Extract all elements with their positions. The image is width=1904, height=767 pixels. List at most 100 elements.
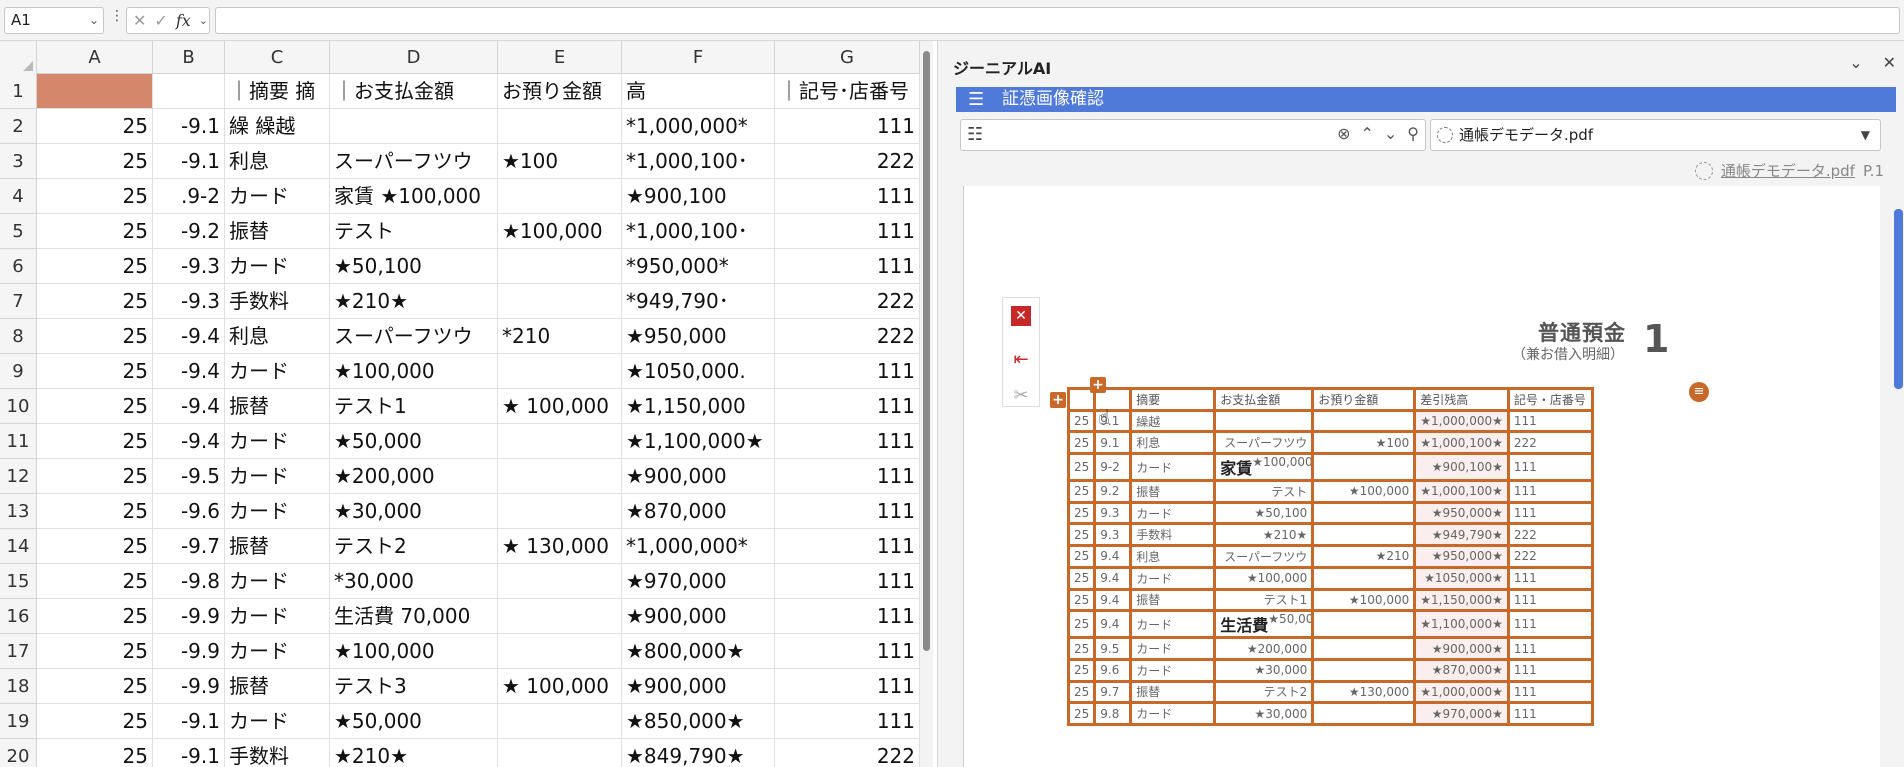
cell-g[interactable]: 111 <box>775 424 920 459</box>
ocr-cell[interactable]: ★870,000★ <box>1413 657 1510 683</box>
cell-d[interactable]: ★200,000 <box>330 459 498 494</box>
cell-a[interactable]: 25 <box>37 214 153 249</box>
dropdown-arrow-icon[interactable]: ▼ <box>1861 120 1870 150</box>
chevron-down-icon[interactable]: ⌄ <box>1384 124 1397 143</box>
cell-e[interactable]: お預り金額 <box>498 74 622 109</box>
cell-e[interactable] <box>498 424 622 459</box>
cell-f[interactable]: *949,790･ <box>622 284 775 319</box>
cell-a[interactable]: 25 <box>37 459 153 494</box>
cell-f[interactable]: ★900,000 <box>622 459 775 494</box>
row-header[interactable]: 18 <box>0 669 37 704</box>
cell-a[interactable]: 25 <box>37 739 153 767</box>
cell-c[interactable]: 振替 <box>225 529 330 564</box>
vertical-scrollbar[interactable] <box>920 41 933 767</box>
ocr-cell[interactable]: 9.5 <box>1093 636 1133 661</box>
cell-e[interactable] <box>498 739 622 767</box>
cell-f[interactable]: ★1,150,000 <box>622 389 775 424</box>
close-icon[interactable]: ✕ <box>1883 53 1896 72</box>
ocr-cell[interactable]: カード <box>1129 452 1217 483</box>
ocr-cell[interactable] <box>1311 452 1417 483</box>
cell-d[interactable]: *30,000 <box>330 564 498 599</box>
cell-c[interactable]: ｜摘要 摘 <box>225 74 330 109</box>
row-header[interactable]: 5 <box>0 214 37 249</box>
cell-e[interactable] <box>498 459 622 494</box>
cell-c[interactable]: カード <box>225 704 330 739</box>
ocr-cell[interactable]: ★1,000,100★ <box>1413 479 1510 504</box>
cell-b[interactable]: -9.5 <box>153 459 225 494</box>
ocr-cell[interactable]: 9.6 <box>1093 657 1133 683</box>
cell-e[interactable]: ★100 <box>498 144 622 179</box>
list-icon[interactable]: ≡ <box>1689 382 1709 402</box>
ocr-cell[interactable]: 生活費★50,000 <box>1213 609 1315 640</box>
ocr-cell[interactable]: 222 <box>1506 522 1594 548</box>
row-header[interactable]: 7 <box>0 284 37 319</box>
cell-f[interactable]: 高 <box>622 74 775 109</box>
ocr-cell[interactable]: 111 <box>1506 679 1594 705</box>
ocr-cell[interactable]: 9.4 <box>1093 565 1133 591</box>
cell-b[interactable]: -9.6 <box>153 494 225 529</box>
cell-a[interactable]: 25 <box>37 564 153 599</box>
menu-icon[interactable]: ☰ <box>968 87 984 112</box>
ocr-header-cell[interactable]: 差引残高 <box>1413 387 1510 412</box>
ocr-cell[interactable]: 9.3 <box>1093 500 1133 526</box>
cell-b[interactable]: -9.8 <box>153 564 225 599</box>
cell-d[interactable]: テスト <box>330 214 498 249</box>
cell-d[interactable]: ★50,000 <box>330 424 498 459</box>
cell-d[interactable]: テスト3 <box>330 669 498 704</box>
cell-a[interactable]: 25 <box>37 494 153 529</box>
ocr-cell[interactable]: ★50,100 <box>1213 500 1315 526</box>
ocr-cell[interactable]: ★30,000 <box>1213 657 1315 683</box>
column-header-d[interactable]: D <box>330 41 498 74</box>
row-header[interactable]: 20 <box>0 739 37 767</box>
ocr-cell[interactable]: 手数料 <box>1129 522 1217 548</box>
cell-g[interactable]: 222 <box>775 144 920 179</box>
cell-d[interactable]: ★30,000 <box>330 494 498 529</box>
ocr-header-cell[interactable]: お支払金額 <box>1213 387 1315 412</box>
cell-g[interactable]: 111 <box>775 494 920 529</box>
cell-b[interactable]: -9.2 <box>153 214 225 249</box>
cell-f[interactable]: *1,000,000* <box>622 109 775 144</box>
cell-d[interactable]: ★210★ <box>330 284 498 319</box>
ocr-cell[interactable]: 25 <box>1066 636 1097 661</box>
cell-g[interactable]: 111 <box>775 354 920 389</box>
column-header-a[interactable]: A <box>37 41 153 74</box>
cell-e[interactable]: ★100,000 <box>498 214 622 249</box>
ocr-cell[interactable]: 25 <box>1066 452 1097 483</box>
cell-c[interactable]: カード <box>225 564 330 599</box>
ocr-cell[interactable] <box>1311 522 1417 548</box>
cell-b[interactable] <box>153 74 225 109</box>
cell-d[interactable]: ★50,000 <box>330 704 498 739</box>
ocr-cell[interactable]: 25 <box>1066 544 1097 569</box>
cell-c[interactable]: 繰 繰越 <box>225 109 330 144</box>
filter-icon[interactable]: ☷ <box>967 124 983 145</box>
cell-f[interactable]: ★900,000 <box>622 599 775 634</box>
ocr-cell[interactable]: 222 <box>1506 544 1594 569</box>
ocr-cell[interactable]: 9.3 <box>1093 522 1133 548</box>
row-header[interactable]: 3 <box>0 144 37 179</box>
ocr-cell[interactable]: カード <box>1129 636 1217 661</box>
chevron-down-icon[interactable]: ⌄ <box>199 14 208 27</box>
ocr-cell[interactable]: 111 <box>1506 657 1594 683</box>
ocr-cell[interactable]: ★100,000 <box>1311 479 1417 504</box>
ocr-cell[interactable] <box>1311 636 1417 661</box>
ocr-cell[interactable]: ★950,000★ <box>1413 500 1510 526</box>
cell-a[interactable]: 25 <box>37 144 153 179</box>
cell-a[interactable]: 25 <box>37 354 153 389</box>
cell-b[interactable]: -9.9 <box>153 669 225 704</box>
magic-wand-icon[interactable]: ✂ <box>1003 378 1039 414</box>
cell-c[interactable]: カード <box>225 424 330 459</box>
cell-d[interactable]: ★210★ <box>330 739 498 767</box>
cell-b[interactable]: -9.9 <box>153 599 225 634</box>
cell-g[interactable]: 111 <box>775 179 920 214</box>
cell-g[interactable]: 111 <box>775 109 920 144</box>
cell-a[interactable]: 25 <box>37 284 153 319</box>
cell-c[interactable]: 手数料 <box>225 284 330 319</box>
cell-f[interactable]: ★800,000★ <box>622 634 775 669</box>
cancel-icon[interactable]: ✕ <box>133 11 146 30</box>
cell-g[interactable]: ｜記号･店番号 <box>775 74 920 109</box>
cell-f[interactable]: ★970,000 <box>622 564 775 599</box>
ocr-cell[interactable]: 9.2 <box>1093 479 1133 504</box>
ocr-cell[interactable]: 利息 <box>1129 430 1217 456</box>
more-icon[interactable]: ⋮ <box>110 8 124 24</box>
add-row-icon[interactable]: + <box>1050 392 1066 408</box>
